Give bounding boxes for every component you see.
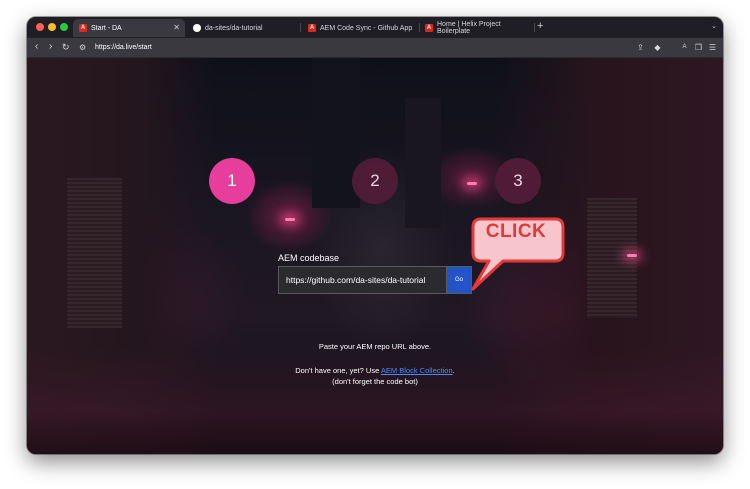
- address-bar[interactable]: ⚙ https://da.live/start: [79, 41, 667, 54]
- code-bot-note: (don't forget the code bot): [332, 377, 418, 386]
- background-shutter: [587, 198, 637, 318]
- tab-title: da-sites/da-tutorial: [205, 24, 263, 32]
- close-window-button[interactable]: [36, 23, 44, 31]
- maximize-window-button[interactable]: [60, 23, 68, 31]
- tab-divider: [300, 23, 301, 32]
- click-callout-text: CLICK: [485, 221, 547, 242]
- reload-icon[interactable]: ↻: [62, 40, 70, 54]
- chevron-down-icon[interactable]: ⌄: [711, 22, 717, 30]
- block-collection-hint: Don't have one, yet? Use AEM Block Colle…: [27, 366, 723, 375]
- site-settings-icon[interactable]: ⚙: [79, 43, 89, 52]
- minimize-window-button[interactable]: [48, 23, 56, 31]
- tab-title: AEM Code Sync - Github App: [320, 24, 413, 32]
- page-content: 1 2 3 AEM codebase Go CLICK Paste your A…: [27, 58, 723, 454]
- menu-icon[interactable]: ☰: [707, 42, 718, 53]
- aem-codebase-label: AEM codebase: [278, 253, 340, 263]
- aem-codebase-field[interactable]: [278, 266, 446, 294]
- background-ground: [27, 348, 723, 454]
- back-arrow-icon[interactable]: ‹: [35, 40, 38, 54]
- tab-bar: A Start - DA ✕ da-sites/da-tutorial A AE…: [27, 17, 723, 38]
- background-lamp: [285, 218, 295, 221]
- profile-icon[interactable]: A: [679, 42, 690, 53]
- step-2-indicator: 2: [352, 158, 398, 204]
- browser-toolbar: ‹ › ↻ ⚙ https://da.live/start ⇪ ◆ A ❒ ☰: [27, 38, 723, 58]
- browser-window: A Start - DA ✕ da-sites/da-tutorial A AE…: [27, 17, 723, 454]
- adobe-icon: A: [425, 24, 433, 32]
- forward-arrow-icon[interactable]: ›: [49, 40, 52, 54]
- new-tab-button[interactable]: +: [537, 21, 543, 32]
- extensions-icon[interactable]: ❒: [693, 42, 704, 53]
- url-text: https://da.live/start: [95, 44, 152, 51]
- background-lamp: [627, 254, 637, 257]
- background-shutter: [67, 178, 122, 328]
- paste-instructions: Paste your AEM repo URL above.: [318, 342, 432, 351]
- hint-text: Don't have one, yet? Use: [295, 366, 380, 375]
- aem-codebase-input[interactable]: [286, 275, 444, 285]
- tab-title: Start - DA: [91, 24, 122, 32]
- tab-aem-code-sync[interactable]: A AEM Code Sync - Github App: [302, 19, 420, 37]
- tab-da-tutorial[interactable]: da-sites/da-tutorial: [187, 19, 299, 37]
- tab-divider: [534, 23, 535, 32]
- step-1-indicator: 1: [209, 158, 255, 204]
- tab-start-da[interactable]: A Start - DA ✕: [73, 19, 185, 37]
- aem-block-collection-link[interactable]: AEM Block Collection: [381, 366, 453, 375]
- adobe-icon: A: [308, 24, 316, 32]
- adobe-icon: A: [79, 24, 87, 32]
- hint-period: .: [452, 366, 455, 375]
- step-3-indicator: 3: [495, 158, 541, 204]
- background-lamp: [467, 182, 477, 185]
- tab-title: Home | Helix Project Boilerplate: [437, 21, 501, 35]
- github-icon: [193, 24, 201, 32]
- share-icon[interactable]: ⇪: [635, 42, 646, 53]
- tab-helix-boilerplate[interactable]: A Home | Helix Project Boilerplate: [419, 19, 533, 37]
- close-tab-icon[interactable]: ✕: [173, 23, 180, 32]
- background-building: [405, 98, 441, 228]
- shield-icon[interactable]: ◆: [652, 42, 663, 53]
